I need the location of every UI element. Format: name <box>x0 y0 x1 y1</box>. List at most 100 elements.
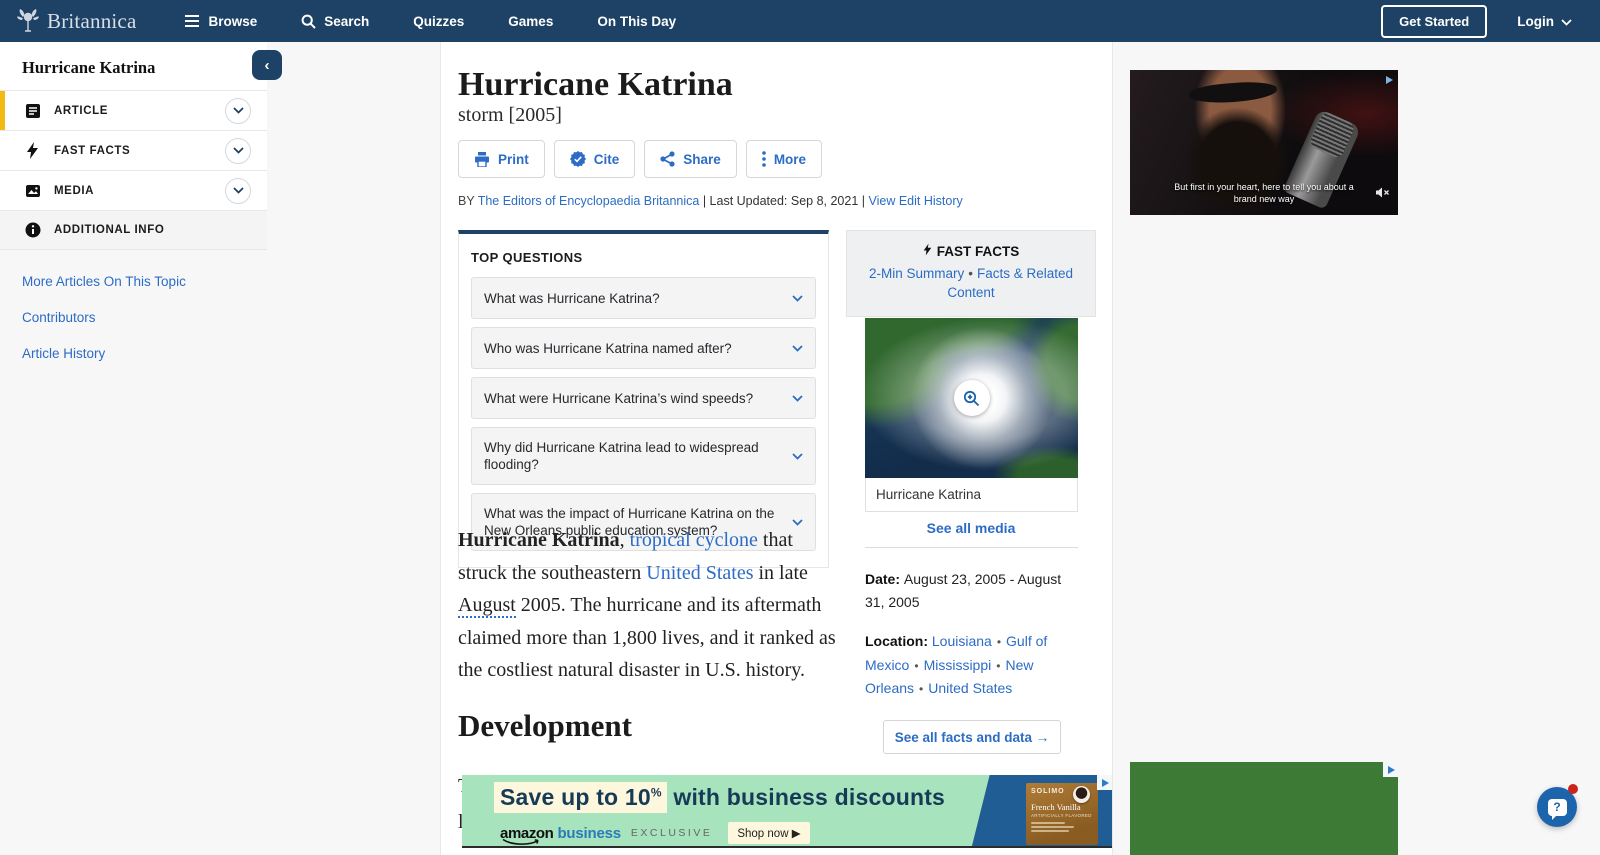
tropical-cyclone-link[interactable]: tropical cyclone <box>630 529 758 551</box>
page-title: Hurricane Katrina <box>458 66 733 104</box>
sidebar-links: More Articles On This Topic Contributors… <box>0 250 267 361</box>
sidebar-link-contributors[interactable]: Contributors <box>22 310 96 325</box>
nav-label: Search <box>324 14 369 29</box>
divider <box>865 547 1078 548</box>
help-chat-button[interactable]: ? <box>1537 787 1577 827</box>
business-wordmark: business <box>557 825 620 842</box>
nav-games[interactable]: Games <box>508 14 553 29</box>
sidebar-item-fast-facts[interactable]: FAST FACTS <box>0 130 267 170</box>
coffee-pod-shape <box>1073 786 1090 803</box>
sidebar-item-additional-info[interactable]: ADDITIONAL INFO <box>0 210 267 250</box>
byline-updated: | Last Updated: Sep 8, 2021 | <box>699 194 868 208</box>
section-heading-development: Development <box>458 708 632 744</box>
product-desc: ARTIFICIALLY FLAVORED <box>1031 813 1093 818</box>
product-name: French Vanilla <box>1031 802 1093 812</box>
nav-quizzes[interactable]: Quizzes <box>413 14 464 29</box>
britannica-logo[interactable]: Britannica <box>16 7 136 35</box>
question-item[interactable]: What were Hurricane Katrina’s wind speed… <box>471 377 816 419</box>
location-link-louisiana[interactable]: Louisiana <box>932 633 992 649</box>
print-button[interactable]: Print <box>458 140 545 178</box>
location-label: Location: <box>865 633 932 649</box>
banner-headline: Save up to 10% with business discounts <box>494 784 945 811</box>
location-link-united-states[interactable]: United States <box>928 680 1012 696</box>
page-subtitle: storm [2005] <box>458 104 562 127</box>
lead-bold-term: Hurricane Katrina <box>458 529 620 551</box>
date-block: Date: August 23, 2005 - August 31, 2005 <box>865 568 1081 613</box>
adchoices-icon[interactable] <box>1097 775 1112 790</box>
chevron-down-icon[interactable] <box>225 138 251 164</box>
dot-separator: • <box>914 682 928 696</box>
more-button[interactable]: More <box>746 140 822 178</box>
sidebar-link-article-history[interactable]: Article History <box>22 346 105 361</box>
amazon-banner-ad[interactable]: Save up to 10% with business discounts a… <box>462 775 1112 848</box>
product-fine-print <box>1031 822 1093 832</box>
banner-brand-row: amazon business EXCLUSIVE Shop now ▶ <box>500 822 810 844</box>
video-ad[interactable]: But first in your heart, here to tell yo… <box>1130 70 1398 215</box>
united-states-link[interactable]: United States <box>646 562 753 584</box>
chevron-down-icon[interactable] <box>225 98 251 124</box>
question-item[interactable]: Why did Hurricane Katrina lead to widesp… <box>471 427 816 485</box>
sidebar-item-media[interactable]: MEDIA <box>0 170 267 210</box>
page: Britannica Browse Search Quizzes Games <box>0 0 1600 855</box>
top-questions-heading: TOP QUESTIONS <box>471 250 816 265</box>
byline: BY The Editors of Encyclopaedia Britanni… <box>458 194 963 208</box>
location-link-mississippi[interactable]: Mississippi <box>924 657 992 673</box>
august-dictionary-link[interactable]: August <box>458 594 516 618</box>
action-label: More <box>774 152 806 167</box>
nav-on-this-day[interactable]: On This Day <box>597 14 676 29</box>
share-icon <box>660 151 675 167</box>
sidebar: Hurricane Katrina ‹ ARTICLE FAST FACTS <box>0 42 267 361</box>
display-ad-green[interactable] <box>1130 762 1398 855</box>
media-card[interactable]: Hurricane Katrina <box>865 318 1078 512</box>
see-all-media-link[interactable]: See all media <box>846 520 1096 536</box>
sidebar-collapse-button[interactable]: ‹ <box>252 50 282 80</box>
nav-browse[interactable]: Browse <box>184 14 257 29</box>
hurricane-satellite-image[interactable] <box>865 318 1078 478</box>
nav-items: Browse Search Quizzes Games On This Day <box>184 14 676 29</box>
sidebar-item-article[interactable]: ARTICLE <box>0 90 267 130</box>
byline-prefix: BY <box>458 194 478 208</box>
sidebar-item-label: ADDITIONAL INFO <box>54 224 164 236</box>
print-icon <box>474 152 490 167</box>
question-text: What was Hurricane Katrina? <box>484 290 668 307</box>
chevron-down-icon <box>792 339 803 357</box>
action-toolbar: Print Cite Share More <box>458 140 822 178</box>
chevron-down-icon[interactable] <box>225 178 251 204</box>
muted-speaker-icon[interactable] <box>1376 185 1390 203</box>
chevron-down-icon <box>1561 14 1572 29</box>
facts-summary: Date: August 23, 2005 - August 31, 2005 … <box>865 568 1081 718</box>
question-item[interactable]: Who was Hurricane Katrina named after? <box>471 327 816 369</box>
adchoices-icon[interactable] <box>1383 762 1398 777</box>
sidebar-link-more-articles[interactable]: More Articles On This Topic <box>22 274 186 289</box>
dot-separator: • <box>909 659 923 673</box>
dot-separator: • <box>992 635 1006 649</box>
sidebar-item-label: ARTICLE <box>54 105 108 117</box>
login-button[interactable]: Login <box>1517 14 1572 29</box>
amazon-logo: amazon <box>500 825 553 842</box>
question-text: Why did Hurricane Katrina lead to widesp… <box>484 439 792 473</box>
bolt-icon <box>923 243 932 259</box>
nav-search[interactable]: Search <box>301 14 369 29</box>
date-label: Date: <box>865 571 904 587</box>
exclusive-label: EXCLUSIVE <box>631 827 712 839</box>
nav-label: Games <box>508 14 553 29</box>
cite-button[interactable]: Cite <box>554 140 636 178</box>
location-block: Location: Louisiana•Gulf of Mexico•Missi… <box>865 630 1081 701</box>
top-navbar: Britannica Browse Search Quizzes Games <box>0 0 1600 42</box>
login-label: Login <box>1517 14 1554 29</box>
two-min-summary-link[interactable]: 2-Min Summary <box>869 266 964 281</box>
view-edit-history-link[interactable]: View Edit History <box>868 194 962 208</box>
action-label: Share <box>683 152 721 167</box>
adchoices-icon[interactable] <box>1381 72 1396 87</box>
headline-rest: with business discounts <box>667 784 945 810</box>
byline-author-link[interactable]: The Editors of Encyclopaedia Britannica <box>478 194 700 208</box>
share-button[interactable]: Share <box>644 140 737 178</box>
fast-facts-links: 2-Min Summary•Facts & Related Content <box>867 264 1075 302</box>
see-all-facts-button[interactable]: See all facts and data → <box>883 720 1061 754</box>
shop-now-button[interactable]: Shop now ▶ <box>728 822 809 844</box>
zoom-magnifier-icon[interactable] <box>954 380 990 416</box>
percent-sign: % <box>651 785 662 799</box>
get-started-button[interactable]: Get Started <box>1381 5 1487 38</box>
sidebar-topic-title: Hurricane Katrina <box>0 42 267 90</box>
question-item[interactable]: What was Hurricane Katrina? <box>471 277 816 319</box>
